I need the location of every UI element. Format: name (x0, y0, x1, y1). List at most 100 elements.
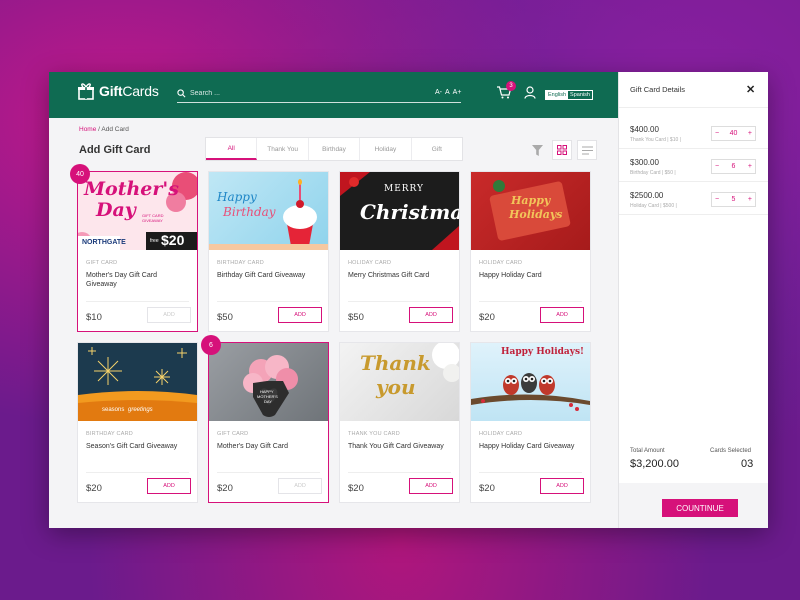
add-button[interactable]: ADD (147, 478, 191, 494)
language-toggle: English Spanish (545, 90, 593, 100)
art-promo-side: GIFT CARD GIVEAWAY (142, 213, 164, 223)
quantity-stepper: − 40 + (711, 126, 756, 141)
font-default-button[interactable]: A (445, 89, 450, 96)
gift-card-mothers-day-giveaway[interactable]: 40 Mother's Day GIFT CARD GIVEAWAY NORTH… (70, 164, 198, 332)
grid-view-button[interactable] (552, 140, 572, 160)
cards-selected-label: Cards Selected (710, 448, 752, 454)
quantity-stepper: − 5 + (711, 192, 756, 207)
search-input[interactable] (190, 90, 410, 97)
font-decrease-button[interactable]: A- (435, 89, 442, 96)
card-image: Mother's Day GIFT CARD GIVEAWAY NORTHGAT… (78, 172, 197, 250)
quantity-value[interactable]: 5 (732, 196, 736, 203)
card-category: HOLIDAY CARD (348, 260, 392, 266)
card-category: BIRTHDAY CARD (86, 431, 133, 437)
list-icon (581, 146, 593, 154)
card-price: $20 (86, 483, 102, 494)
panel-header: Gift Card Details ✕ (619, 72, 768, 108)
card-name: Merry Christmas Gift Card (348, 272, 430, 279)
card-quantity-badge: 6 (201, 335, 221, 355)
lang-spanish[interactable]: Spanish (568, 91, 592, 99)
art-line2: Holidays (509, 208, 563, 221)
gift-card-thank-you-giveaway[interactable]: Thank you THANK YOU CARD Thank You Gift … (339, 342, 460, 503)
totals-summary: Total Amount $3,200.00 Cards Selected 03 (619, 439, 768, 483)
card-quantity-badge: 40 (70, 164, 90, 184)
list-view-button[interactable] (577, 140, 597, 160)
increase-button[interactable]: + (748, 196, 752, 203)
font-size-controls: A- A A+ (435, 89, 461, 96)
search-icon[interactable] (177, 89, 186, 98)
add-button[interactable]: ADD (409, 478, 453, 494)
card-name: Happy Holiday Card Giveaway (479, 443, 575, 450)
gift-card-seasons-giveaway[interactable]: seasons greetings BIRTHDAY CARD Season's… (77, 342, 198, 503)
card-price: $50 (348, 312, 364, 323)
card-name: Mother's Day Gift Card (217, 443, 288, 450)
user-icon (524, 86, 536, 99)
gift-card-merry-christmas[interactable]: MERRY Christmas HOLIDAY CARD Merry Chris… (339, 171, 460, 332)
art-line1: Thank (360, 351, 431, 375)
gift-card-happy-holiday-giveaway[interactable]: Happy Holidays! HOLIDAY CARD Happy Holid… (470, 342, 591, 503)
selected-subtitle: Thank You Card | $10 | (630, 137, 681, 143)
card-image: seasons greetings (78, 343, 197, 421)
mothers-day-flowers-art (243, 355, 298, 417)
tab-gift[interactable]: Gift (412, 138, 462, 160)
app-window: GiftCards A- A A+ 3 English Spanish Home… (49, 72, 768, 528)
increase-button[interactable]: + (748, 163, 752, 170)
breadcrumb-home[interactable]: Home (79, 126, 96, 133)
user-button[interactable] (524, 86, 536, 104)
total-amount-label: Total Amount (630, 448, 665, 454)
card-category: GIFT CARD (217, 431, 249, 437)
card-price: $20 (479, 483, 495, 494)
card-category: GIFT CARD (86, 260, 118, 266)
add-button[interactable]: ADD (540, 478, 584, 494)
gift-card-mothers-day[interactable]: 6 HAPPY MOTHER'S DAY GIFT CARD Mother's … (201, 335, 329, 503)
art-line1: Happy (511, 194, 551, 207)
logo[interactable]: GiftCards (77, 82, 159, 100)
card-category: THANK YOU CARD (348, 431, 400, 437)
page-title: Add Gift Card (79, 144, 151, 156)
gift-card-happy-holiday[interactable]: Happy Holidays HOLIDAY CARD Happy Holida… (470, 171, 591, 332)
increase-button[interactable]: + (748, 130, 752, 137)
filter-icon (531, 144, 543, 156)
quantity-value[interactable]: 6 (732, 163, 736, 170)
total-amount-value: $3,200.00 (630, 458, 679, 470)
add-button[interactable]: ADD (278, 307, 322, 323)
art-line2: Christmas (360, 200, 459, 224)
top-bar: GiftCards A- A A+ 3 English Spanish (49, 72, 618, 118)
add-button[interactable]: ADD (147, 307, 191, 323)
selected-item: $300.00 Birthday Card | $50 | − 6 + (619, 149, 768, 182)
cart-button[interactable]: 3 (497, 81, 516, 104)
decrease-button[interactable]: − (715, 130, 719, 137)
selected-amount: $400.00 (630, 125, 659, 134)
tab-birthday[interactable]: Birthday (309, 138, 361, 160)
art-line1: MERRY (384, 184, 425, 194)
add-button[interactable]: ADD (409, 307, 453, 323)
decrease-button[interactable]: − (715, 163, 719, 170)
add-button[interactable]: ADD (278, 478, 322, 494)
card-category: HOLIDAY CARD (479, 431, 523, 437)
card-image: Happy Holidays (471, 172, 590, 250)
card-name: Birthday Gift Card Giveaway (217, 272, 306, 279)
filter-button[interactable] (527, 140, 547, 160)
quantity-value[interactable]: 40 (730, 130, 738, 137)
art-promo-small: free (150, 238, 159, 244)
add-button[interactable]: ADD (540, 307, 584, 323)
cards-selected-value: 03 (741, 458, 754, 470)
gift-card-birthday-giveaway[interactable]: Happy Birthday BIRTHDAY CARD Birthday Gi… (208, 171, 329, 332)
font-increase-button[interactable]: A+ (453, 89, 462, 96)
art-line1: Happy Holidays! (501, 347, 584, 357)
decrease-button[interactable]: − (715, 196, 719, 203)
card-name: Happy Holiday Card (479, 272, 542, 279)
lang-english[interactable]: English (546, 91, 569, 99)
art-line3: DAY (264, 399, 272, 404)
panel-footer: COUNTINUE (619, 483, 768, 528)
selected-item: $400.00 Thank You Card | $10 | − 40 + (619, 116, 768, 149)
tab-holiday[interactable]: Holiday (360, 138, 412, 160)
gift-card-details-panel: Gift Card Details ✕ $400.00 Thank You Ca… (618, 72, 768, 528)
selected-item: $2500.00 Holiday Card | $500 | − 5 + (619, 182, 768, 215)
card-name: Thank You Gift Card Giveaway (348, 443, 444, 450)
close-icon[interactable]: ✕ (746, 83, 755, 96)
art-line2: you (376, 375, 416, 399)
tab-thank-you[interactable]: Thank You (257, 138, 309, 160)
continue-button[interactable]: COUNTINUE (662, 499, 738, 517)
tab-all[interactable]: All (206, 138, 258, 160)
